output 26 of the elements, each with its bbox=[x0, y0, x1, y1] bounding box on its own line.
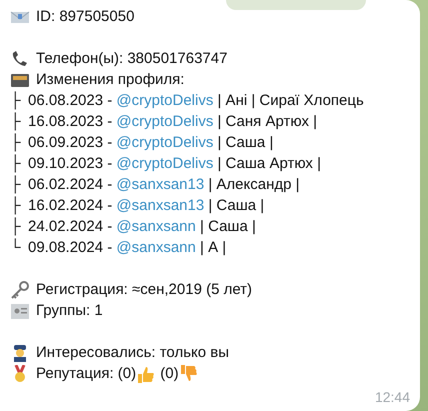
history-entry: ├ 09.10.2023 - @cryptoDelivs | Саша Артюх | bbox=[10, 153, 321, 174]
username-link[interactable]: @sanxsann bbox=[116, 218, 196, 235]
history-entry: ├ 16.08.2023 - @cryptoDelivs | Саня Артюх | bbox=[10, 111, 318, 132]
username-link[interactable]: @cryptoDelivs bbox=[116, 113, 214, 130]
history-entry: ├ 06.09.2023 - @cryptoDelivs | Саша | bbox=[10, 132, 274, 153]
username-link[interactable]: @cryptoDelivs bbox=[116, 92, 214, 109]
username-link[interactable]: @sanxsan13 bbox=[116, 197, 204, 214]
username-link[interactable]: @sanxsan13 bbox=[116, 176, 204, 193]
id-text: ID: 897505050 bbox=[36, 7, 134, 27]
history-entry: ├ 16.02.2024 - @sanxsan13 | Саша | bbox=[10, 195, 264, 216]
registration-text: Регистрация: ≈сен,2019 (5 лет) bbox=[36, 280, 252, 300]
username-link[interactable]: @sanxsann bbox=[116, 239, 196, 256]
phone-text: Телефон(ы): 380501763747 bbox=[36, 49, 228, 69]
reputation-label: Репутация: bbox=[36, 364, 115, 384]
changes-title: Изменения профиля: bbox=[36, 70, 184, 90]
dislikes-count: (0) bbox=[159, 364, 179, 384]
username-link[interactable]: @cryptoDelivs bbox=[116, 134, 214, 151]
interested-text: Интересовались: только вы bbox=[36, 343, 230, 363]
history-entry: ├ 06.02.2024 - @sanxsan13 | Александр | bbox=[10, 174, 300, 195]
history-entry: └ 09.08.2024 - @sanxsann | А | bbox=[10, 237, 226, 258]
history-entry: ├ 24.02.2024 - @sanxsann | Саша | bbox=[10, 216, 256, 237]
likes-count: (0) bbox=[118, 364, 136, 384]
history-entry: ├ 06.08.2023 - @cryptoDelivs | Ані | Сираї Хлопець bbox=[10, 90, 364, 111]
message-time: 12:44 bbox=[374, 388, 410, 407]
username-link[interactable]: @cryptoDelivs bbox=[116, 155, 214, 172]
groups-text: Группы: 1 bbox=[36, 301, 103, 321]
